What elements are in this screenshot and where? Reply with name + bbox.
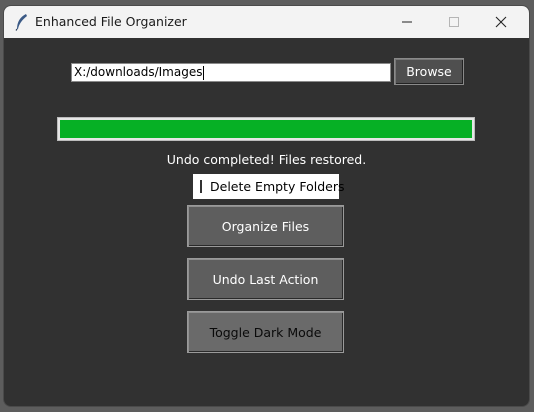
maximize-icon xyxy=(448,13,460,32)
progress-bar xyxy=(57,117,475,141)
title-bar[interactable]: Enhanced File Organizer xyxy=(4,6,529,38)
app-window: Enhanced File Organizer X:/downloads/Ima… xyxy=(4,6,529,406)
delete-empty-folders-checkbox[interactable] xyxy=(200,180,202,193)
undo-last-action-button[interactable]: Undo Last Action xyxy=(187,258,344,300)
progress-bar-fill xyxy=(60,120,472,138)
delete-empty-folders-option[interactable]: Delete Empty Folders xyxy=(193,174,344,199)
folder-path-input[interactable]: X:/downloads/Images xyxy=(71,63,391,82)
folder-path-value: X:/downloads/Images xyxy=(74,65,203,79)
feather-icon xyxy=(14,13,30,31)
window-title: Enhanced File Organizer xyxy=(35,14,187,29)
toggle-dark-mode-button[interactable]: Toggle Dark Mode xyxy=(187,311,344,353)
close-button[interactable] xyxy=(478,6,524,38)
minimize-icon xyxy=(401,13,413,32)
close-icon xyxy=(495,13,507,32)
organize-files-button[interactable]: Organize Files xyxy=(187,205,344,247)
delete-empty-folders-label: Delete Empty Folders xyxy=(210,179,345,194)
maximize-button[interactable] xyxy=(431,6,477,38)
text-caret xyxy=(203,65,205,80)
browse-button[interactable]: Browse xyxy=(394,58,464,85)
minimize-button[interactable] xyxy=(384,6,430,38)
status-label: Undo completed! Files restored. xyxy=(166,152,367,167)
